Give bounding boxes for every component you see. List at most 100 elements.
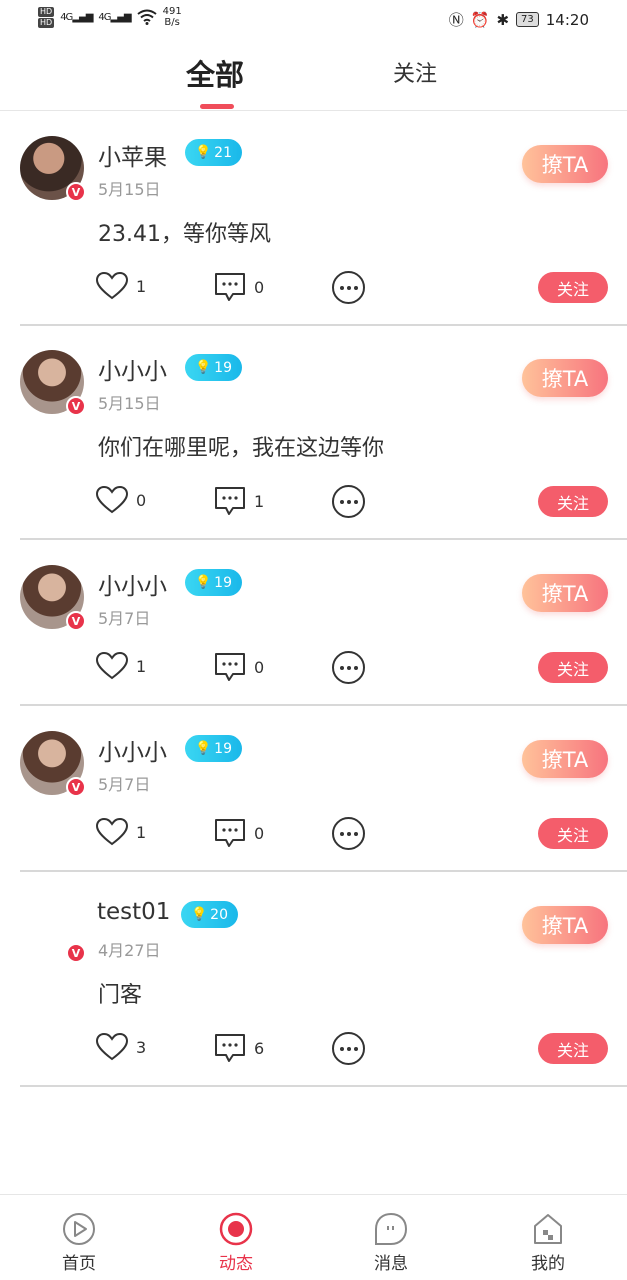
post-divider: [20, 1085, 627, 1087]
bulb-icon: 💡: [194, 360, 212, 375]
level-value: 19: [214, 359, 232, 376]
nfc-icon: Ⓝ: [448, 11, 464, 29]
follow-button[interactable]: 关注: [538, 652, 608, 683]
nav-dynamic[interactable]: 动态: [196, 1211, 276, 1274]
status-bar: HD HD 4G▂▄▆ 4G▂▄▆ 491 B/s Ⓝ ⏰ ✱ 73 14:20: [0, 0, 627, 40]
comment-icon: [215, 273, 245, 301]
post-content: 你们在哪里呢，我在这边等你: [98, 436, 385, 461]
post-date: 5月15日: [98, 394, 161, 413]
more-options-icon[interactable]: [332, 271, 365, 304]
comment-icon: [215, 1034, 245, 1062]
nav-messages[interactable]: 消息: [351, 1211, 431, 1274]
battery-icon: 73: [516, 12, 539, 27]
post-date: 5月15日: [98, 180, 161, 199]
hd-label-1: HD: [38, 6, 55, 17]
network-speed-unit: B/s: [164, 17, 180, 28]
bottom-nav: 首页 动态 消息 我的: [0, 1194, 627, 1280]
comment-count: 0: [254, 823, 265, 843]
post-date: 5月7日: [98, 609, 151, 628]
avatar[interactable]: V: [20, 350, 86, 416]
flirt-button[interactable]: 撩TA: [522, 906, 608, 944]
post-content: 门客: [98, 983, 143, 1008]
flirt-button[interactable]: 撩TA: [522, 145, 608, 183]
level-value: 21: [214, 144, 232, 161]
status-left: HD HD 4G▂▄▆ 4G▂▄▆ 491 B/s: [38, 6, 182, 28]
post-divider: [20, 324, 627, 326]
tabs-divider: [0, 110, 627, 111]
heart-icon: [96, 486, 128, 514]
nav-home[interactable]: 首页: [39, 1211, 119, 1274]
like-button[interactable]: 3: [96, 1033, 146, 1061]
avatar[interactable]: V: [20, 731, 86, 797]
message-bubble-icon: [375, 1212, 408, 1245]
more-options-icon[interactable]: [332, 651, 365, 684]
more-options-icon[interactable]: [332, 817, 365, 850]
post-date: 4月27日: [98, 941, 161, 960]
comment-button[interactable]: 1: [214, 486, 264, 516]
clock: 14:20: [545, 10, 589, 29]
like-button[interactable]: 1: [96, 652, 146, 680]
more-options-icon[interactable]: [332, 1032, 365, 1065]
level-value: 20: [210, 906, 228, 923]
active-tab-indicator: [200, 104, 234, 109]
flirt-button[interactable]: 撩TA: [522, 574, 608, 612]
hd-indicators: HD HD: [38, 6, 55, 28]
tab-all[interactable]: 全部: [186, 52, 244, 94]
like-count: 1: [136, 656, 147, 676]
more-options-icon[interactable]: [332, 485, 365, 518]
username[interactable]: 小小小: [98, 733, 167, 767]
comment-button[interactable]: 6: [214, 1033, 264, 1063]
level-badge: 💡 19: [185, 354, 242, 381]
flirt-button[interactable]: 撩TA: [522, 359, 608, 397]
post-divider: [20, 870, 627, 872]
post-content: 23.41，等你等风: [98, 222, 271, 247]
like-count: 1: [136, 276, 147, 296]
home-icon: [534, 1214, 562, 1244]
level-badge: 💡 20: [181, 901, 238, 928]
nav-mine-label: 我的: [531, 1254, 565, 1274]
signal-label-2: 4G: [98, 11, 111, 23]
like-count: 1: [136, 822, 147, 842]
tab-following[interactable]: 关注: [393, 56, 437, 88]
avatar[interactable]: V: [20, 136, 86, 202]
signal-icon-1: 4G▂▄▆: [60, 11, 93, 23]
like-button[interactable]: 1: [96, 818, 146, 846]
avatar[interactable]: V: [20, 897, 86, 963]
verified-icon: V: [66, 777, 86, 797]
signal-label-1: 4G: [60, 11, 73, 23]
bluetooth-icon: ✱: [496, 10, 510, 29]
avatar[interactable]: V: [20, 565, 86, 631]
bulb-icon: 💡: [194, 575, 212, 590]
nav-mine[interactable]: 我的: [508, 1211, 588, 1274]
follow-button[interactable]: 关注: [538, 272, 608, 303]
signal-icon-2: 4G▂▄▆: [98, 11, 131, 23]
heart-icon: [96, 652, 128, 680]
username[interactable]: 小苹果: [98, 138, 167, 172]
like-button[interactable]: 0: [96, 486, 146, 514]
heart-icon: [96, 1033, 128, 1061]
nav-messages-label: 消息: [374, 1254, 408, 1274]
comment-button[interactable]: 0: [214, 818, 264, 848]
follow-button[interactable]: 关注: [538, 818, 608, 849]
level-badge: 💡 19: [185, 569, 242, 596]
comment-count: 1: [254, 491, 265, 511]
like-button[interactable]: 1: [96, 272, 146, 300]
play-circle-icon: [63, 1213, 95, 1245]
bulb-icon: 💡: [190, 907, 208, 922]
dynamic-circle-icon: [219, 1212, 253, 1246]
username[interactable]: 小小小: [98, 352, 167, 386]
nav-home-label: 首页: [62, 1254, 96, 1274]
comment-icon: [215, 487, 245, 515]
comment-button[interactable]: 0: [214, 652, 264, 682]
username[interactable]: test01: [97, 899, 170, 925]
comment-button[interactable]: 0: [214, 272, 264, 302]
flirt-button[interactable]: 撩TA: [522, 740, 608, 778]
network-speed: 491 B/s: [163, 6, 182, 28]
username[interactable]: 小小小: [98, 567, 167, 601]
follow-button[interactable]: 关注: [538, 486, 608, 517]
heart-icon: [96, 818, 128, 846]
comment-count: 6: [254, 1038, 265, 1058]
follow-button[interactable]: 关注: [538, 1033, 608, 1064]
comment-icon: [215, 819, 245, 847]
wifi-icon: [136, 9, 157, 25]
